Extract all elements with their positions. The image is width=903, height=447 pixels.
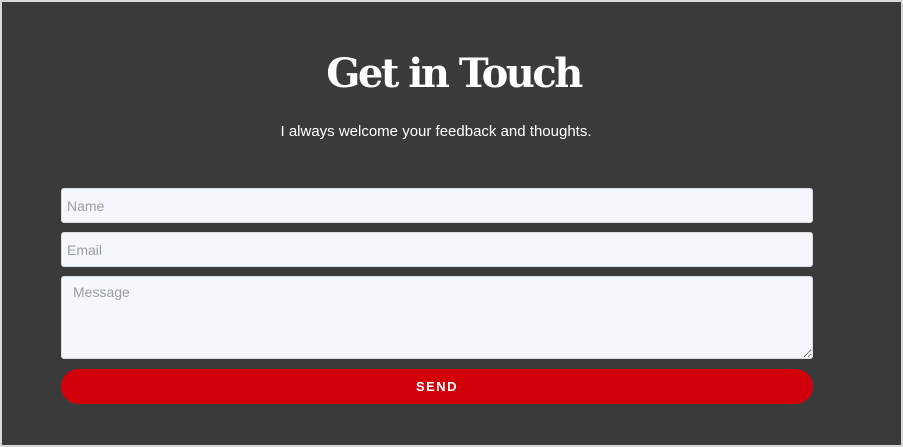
contact-section: Get in Touch I always welcome your feedb… bbox=[0, 0, 903, 447]
name-field[interactable] bbox=[61, 188, 813, 223]
page-subtitle: I always welcome your feedback and thoug… bbox=[280, 123, 592, 140]
page-title: Get in Touch bbox=[326, 50, 583, 97]
email-field[interactable] bbox=[61, 232, 813, 267]
send-button[interactable]: SEND bbox=[61, 369, 813, 404]
message-field[interactable] bbox=[61, 276, 813, 359]
